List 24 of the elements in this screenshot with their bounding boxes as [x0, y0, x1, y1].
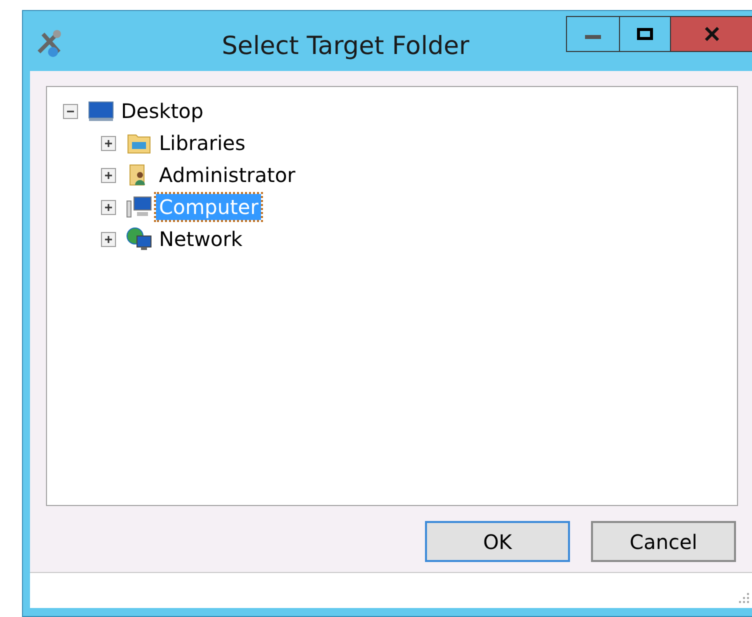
expand-toggle[interactable] [101, 136, 116, 150]
tree-item[interactable]: Libraries [156, 130, 248, 156]
dialog-button[interactable]: Cancel [591, 521, 736, 562]
plus-icon [104, 138, 113, 148]
resize-grip-icon[interactable] [738, 592, 750, 604]
minimize-icon [585, 35, 601, 39]
network-icon [126, 227, 152, 251]
tree-item[interactable]: Administrator [156, 162, 298, 188]
window-title: Select Target Folder [222, 30, 470, 62]
monitor-icon [88, 99, 114, 123]
computer-icon [126, 195, 152, 219]
tree-item[interactable]: Desktop [118, 98, 206, 124]
plus-icon [104, 234, 113, 244]
maximize-icon [637, 28, 653, 40]
tree-item[interactable]: Network [156, 226, 246, 252]
close-icon [704, 27, 720, 41]
expand-toggle[interactable] [101, 168, 116, 182]
dialog-button[interactable]: OK [425, 521, 570, 562]
close-button[interactable] [671, 17, 752, 51]
expand-toggle[interactable] [101, 232, 116, 246]
expand-toggle[interactable] [101, 200, 116, 214]
plus-icon [104, 202, 113, 212]
plus-icon [104, 170, 113, 180]
collapse-toggle[interactable] [63, 104, 78, 118]
